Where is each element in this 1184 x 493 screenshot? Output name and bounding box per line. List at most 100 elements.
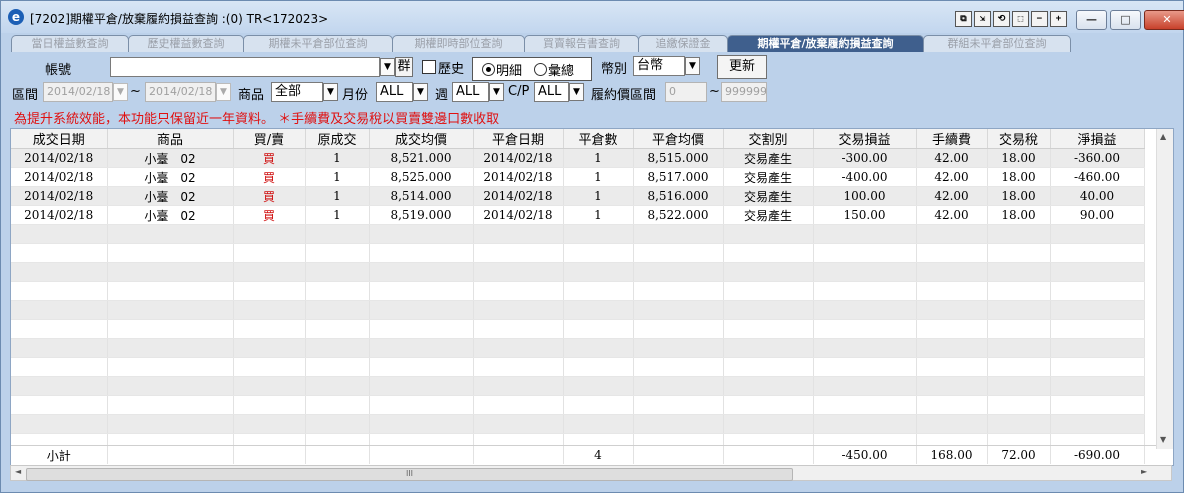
product-dropdown-icon[interactable]: ▼ xyxy=(323,83,338,101)
tool-reset-icon[interactable]: ⟲ xyxy=(993,11,1010,27)
empty-cell xyxy=(233,395,306,415)
col-net-pl[interactable]: 淨損益 xyxy=(1050,129,1145,149)
history-checkbox[interactable] xyxy=(422,60,436,74)
col-side[interactable]: 買/賣 xyxy=(233,129,306,149)
month-dropdown-icon[interactable]: ▼ xyxy=(413,83,428,101)
cell-settlement-type: 交易產生 xyxy=(723,167,814,187)
empty-cell xyxy=(107,414,234,434)
col-settlement-type[interactable]: 交割別 xyxy=(723,129,814,149)
empty-cell xyxy=(723,281,814,301)
cell-net-pl: -460.00 xyxy=(1050,167,1145,187)
currency-dropdown-icon[interactable]: ▼ xyxy=(685,57,700,75)
empty-cell xyxy=(233,338,306,358)
month-select[interactable]: ALL xyxy=(376,82,413,102)
close-button[interactable]: ✕ xyxy=(1144,10,1184,30)
group-button[interactable]: 群 xyxy=(395,57,413,77)
cp-dropdown-icon[interactable]: ▼ xyxy=(569,83,584,101)
cell-net-pl: 40.00 xyxy=(1050,186,1145,206)
tab-history-equity[interactable]: 歷史權益數查詢 xyxy=(128,35,244,52)
cp-select[interactable]: ALL xyxy=(534,82,569,102)
product-select[interactable]: 全部 xyxy=(271,82,323,102)
empty-cell xyxy=(916,319,988,339)
col-tax[interactable]: 交易稅 xyxy=(987,129,1051,149)
results-grid[interactable]: 成交日期 商品 買/賣 原成交 成交均價 平倉日期 平倉數 平倉均價 交割別 交… xyxy=(10,128,1174,466)
empty-cell xyxy=(233,414,306,434)
empty-cell xyxy=(107,395,234,415)
scroll-thumb[interactable]: III xyxy=(26,468,793,481)
tab-group-open-position[interactable]: 群組未平倉部位查詢 xyxy=(923,35,1071,52)
table-row[interactable]: 2014/02/18 小臺 02 買 1 8,521.000 2014/02/18 1 8,5… xyxy=(11,148,1145,168)
cell-fee: 42.00 xyxy=(916,205,988,225)
scroll-down-icon[interactable]: ▼ xyxy=(1160,435,1166,444)
summary-radio[interactable] xyxy=(534,63,547,76)
cell-trade-pl: 100.00 xyxy=(813,186,917,206)
empty-row xyxy=(11,338,1145,358)
tab-daily-equity[interactable]: 當日權益數查詢 xyxy=(11,35,129,52)
cell-avg-price: 8,521.000 xyxy=(369,148,474,168)
account-dropdown-icon[interactable]: ▼ xyxy=(380,58,395,76)
tool-frame-icon[interactable]: ⬚ xyxy=(1012,11,1029,27)
empty-cell xyxy=(723,224,814,244)
empty-cell xyxy=(305,300,370,320)
table-row[interactable]: 2014/02/18 小臺 02 買 1 8,519.000 2014/02/18 1 8,5… xyxy=(11,205,1145,225)
empty-cell xyxy=(107,338,234,358)
col-close-avg-price[interactable]: 平倉均價 xyxy=(633,129,724,149)
empty-cell xyxy=(813,262,917,282)
empty-cell xyxy=(1050,376,1145,396)
date-from-input[interactable]: 2014/02/18 xyxy=(43,82,113,102)
account-input[interactable] xyxy=(110,57,380,77)
strike-range-label: 履約價區間 xyxy=(591,88,657,103)
cell-orig-qty: 1 xyxy=(305,186,370,206)
col-avg-price[interactable]: 成交均價 xyxy=(369,129,474,149)
table-row[interactable]: 2014/02/18 小臺 02 買 1 8,514.000 2014/02/18 1 8,5… xyxy=(11,186,1145,206)
scroll-right-icon[interactable]: ► xyxy=(1141,467,1147,476)
minimize-button[interactable]: — xyxy=(1076,10,1107,30)
empty-cell xyxy=(633,395,724,415)
empty-cell xyxy=(633,281,724,301)
tab-close-pl[interactable]: 期權平倉/放棄履約損益查詢 xyxy=(727,35,924,52)
vertical-scrollbar[interactable]: ▲ ▼ xyxy=(1156,129,1173,449)
date-to-input[interactable]: 2014/02/18 xyxy=(145,82,216,102)
scroll-left-icon[interactable]: ◄ xyxy=(15,467,21,476)
maximize-button[interactable]: □ xyxy=(1110,10,1141,30)
tab-realtime-position[interactable]: 期權即時部位查詢 xyxy=(392,35,525,52)
tool-grow-icon[interactable]: + xyxy=(1050,11,1067,27)
col-product[interactable]: 商品 xyxy=(107,129,234,149)
currency-select[interactable]: 台幣 xyxy=(633,56,685,76)
col-orig-qty[interactable]: 原成交 xyxy=(305,129,370,149)
detail-radio[interactable] xyxy=(482,63,495,76)
refresh-button[interactable]: 更新 xyxy=(717,55,767,79)
subtotal-close-qty: 4 xyxy=(563,446,634,464)
empty-cell xyxy=(1050,300,1145,320)
scroll-up-icon[interactable]: ▲ xyxy=(1160,132,1166,141)
col-trade-pl[interactable]: 交易損益 xyxy=(813,129,917,149)
col-trade-date[interactable]: 成交日期 xyxy=(11,129,108,149)
empty-cell xyxy=(107,224,234,244)
empty-cell xyxy=(987,357,1051,377)
strike-from-input[interactable]: 0 xyxy=(665,82,707,102)
col-close-qty[interactable]: 平倉數 xyxy=(563,129,634,149)
tab-trade-report[interactable]: 買賣報告書查詢 xyxy=(524,35,639,52)
cell-trade-pl: 150.00 xyxy=(813,205,917,225)
horizontal-scrollbar[interactable]: ◄ III ► xyxy=(10,465,1172,481)
cell-tax: 18.00 xyxy=(987,148,1051,168)
cell-avg-price: 8,519.000 xyxy=(369,205,474,225)
empty-cell xyxy=(723,319,814,339)
week-select[interactable]: ALL xyxy=(452,82,489,102)
tool-shrink-icon[interactable]: − xyxy=(1031,11,1048,27)
tool-buttons: ⧉ ⇲ ⟲ ⬚ − + xyxy=(955,11,1067,27)
tool-export-icon[interactable]: ⇲ xyxy=(974,11,991,27)
table-row[interactable]: 2014/02/18 小臺 02 買 1 8,525.000 2014/02/18 1 8,5… xyxy=(11,167,1145,187)
empty-cell xyxy=(563,338,634,358)
tab-margin-call[interactable]: 追繳保證金 xyxy=(638,35,728,52)
date-from-dropdown-icon[interactable]: ▼ xyxy=(113,83,128,101)
week-dropdown-icon[interactable]: ▼ xyxy=(489,83,504,101)
tab-open-position[interactable]: 期權未平倉部位查詢 xyxy=(243,35,393,52)
col-close-date[interactable]: 平倉日期 xyxy=(473,129,564,149)
date-to-dropdown-icon[interactable]: ▼ xyxy=(216,83,231,101)
strike-to-input[interactable]: 999999 xyxy=(721,82,767,102)
col-fee[interactable]: 手續費 xyxy=(916,129,988,149)
tool-cascade-icon[interactable]: ⧉ xyxy=(955,11,972,27)
empty-cell xyxy=(11,319,108,339)
empty-cell xyxy=(633,357,724,377)
